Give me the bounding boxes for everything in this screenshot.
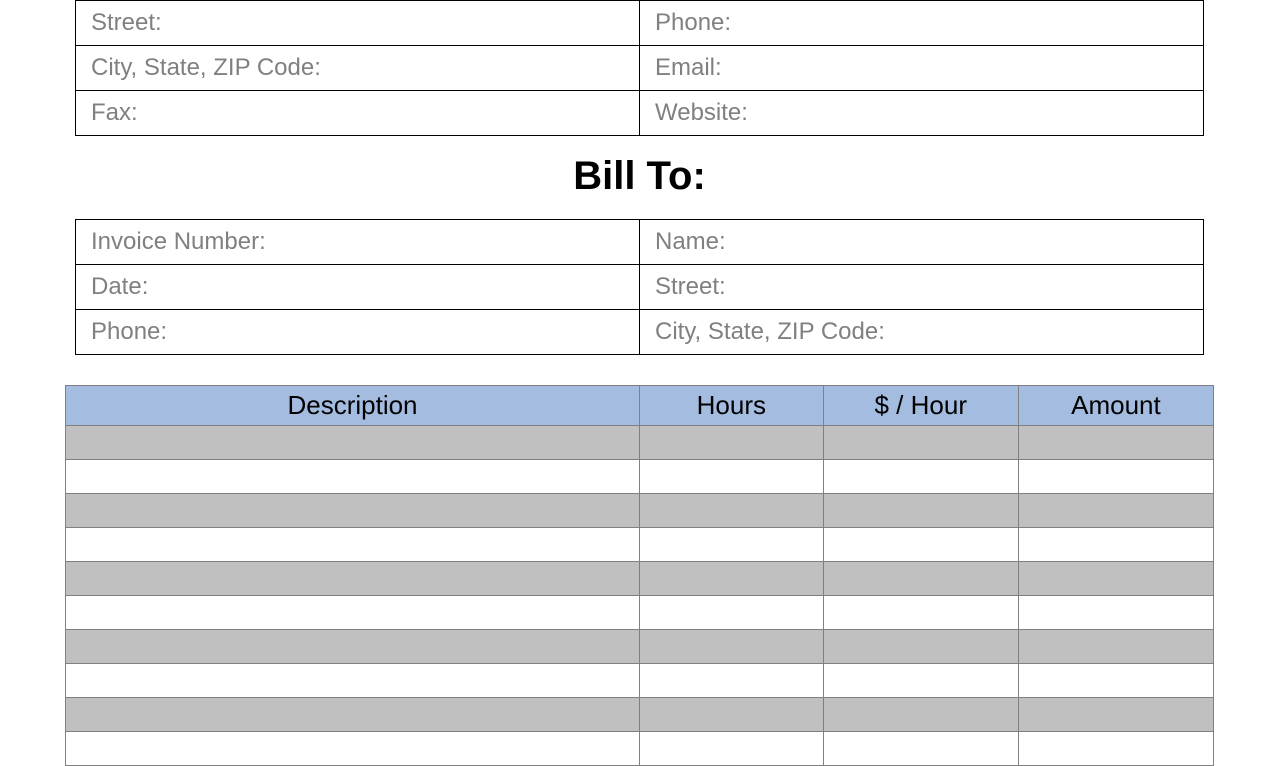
item-rate-cell[interactable] — [823, 426, 1018, 460]
invoice-document: Street: Phone: City, State, ZIP Code: Em… — [0, 0, 1279, 766]
billto-street-cell[interactable]: Street: — [640, 265, 1204, 310]
item-description-cell[interactable] — [66, 596, 640, 630]
item-rate-cell[interactable] — [823, 494, 1018, 528]
invoice-date-cell[interactable]: Date: — [76, 265, 640, 310]
line-item-row — [66, 664, 1214, 698]
item-rate-cell[interactable] — [823, 698, 1018, 732]
item-rate-cell[interactable] — [823, 664, 1018, 698]
line-item-row — [66, 698, 1214, 732]
item-hours-cell[interactable] — [640, 426, 824, 460]
item-amount-cell[interactable] — [1018, 698, 1213, 732]
item-rate-cell[interactable] — [823, 630, 1018, 664]
item-amount-cell[interactable] — [1018, 732, 1213, 766]
item-hours-cell[interactable] — [640, 630, 824, 664]
header-rate: $ / Hour — [823, 386, 1018, 426]
item-description-cell[interactable] — [66, 562, 640, 596]
invoice-number-cell[interactable]: Invoice Number: — [76, 220, 640, 265]
header-amount: Amount — [1018, 386, 1213, 426]
billto-name-cell[interactable]: Name: — [640, 220, 1204, 265]
item-description-cell[interactable] — [66, 630, 640, 664]
item-description-cell[interactable] — [66, 460, 640, 494]
item-amount-cell[interactable] — [1018, 562, 1213, 596]
item-rate-cell[interactable] — [823, 596, 1018, 630]
header-hours: Hours — [640, 386, 824, 426]
company-website-cell[interactable]: Website: — [640, 91, 1204, 136]
company-fax-cell[interactable]: Fax: — [76, 91, 640, 136]
item-hours-cell[interactable] — [640, 562, 824, 596]
item-description-cell[interactable] — [66, 664, 640, 698]
item-hours-cell[interactable] — [640, 664, 824, 698]
company-city-state-zip-cell[interactable]: City, State, ZIP Code: — [76, 46, 640, 91]
line-item-row — [66, 460, 1214, 494]
line-item-row — [66, 596, 1214, 630]
line-item-row — [66, 732, 1214, 766]
company-info-table: Street: Phone: City, State, ZIP Code: Em… — [75, 0, 1204, 136]
item-hours-cell[interactable] — [640, 596, 824, 630]
bill-to-heading: Bill To: — [0, 154, 1279, 199]
company-phone-cell[interactable]: Phone: — [640, 1, 1204, 46]
line-item-row — [66, 426, 1214, 460]
item-hours-cell[interactable] — [640, 460, 824, 494]
item-description-cell[interactable] — [66, 426, 640, 460]
company-email-cell[interactable]: Email: — [640, 46, 1204, 91]
item-amount-cell[interactable] — [1018, 494, 1213, 528]
item-description-cell[interactable] — [66, 494, 640, 528]
item-amount-cell[interactable] — [1018, 426, 1213, 460]
line-item-row — [66, 630, 1214, 664]
header-description: Description — [66, 386, 640, 426]
items-header-row: Description Hours $ / Hour Amount — [66, 386, 1214, 426]
bill-to-table: Invoice Number: Name: Date: Street: Phon… — [75, 219, 1204, 355]
item-rate-cell[interactable] — [823, 460, 1018, 494]
item-hours-cell[interactable] — [640, 732, 824, 766]
item-hours-cell[interactable] — [640, 528, 824, 562]
line-item-row — [66, 528, 1214, 562]
item-amount-cell[interactable] — [1018, 528, 1213, 562]
line-items-table: Description Hours $ / Hour Amount — [65, 385, 1214, 766]
billto-phone-cell[interactable]: Phone: — [76, 310, 640, 355]
item-description-cell[interactable] — [66, 698, 640, 732]
item-description-cell[interactable] — [66, 732, 640, 766]
item-amount-cell[interactable] — [1018, 460, 1213, 494]
item-rate-cell[interactable] — [823, 732, 1018, 766]
line-item-row — [66, 494, 1214, 528]
item-amount-cell[interactable] — [1018, 630, 1213, 664]
item-rate-cell[interactable] — [823, 562, 1018, 596]
line-item-row — [66, 562, 1214, 596]
item-amount-cell[interactable] — [1018, 596, 1213, 630]
item-hours-cell[interactable] — [640, 698, 824, 732]
billto-city-state-zip-cell[interactable]: City, State, ZIP Code: — [640, 310, 1204, 355]
item-amount-cell[interactable] — [1018, 664, 1213, 698]
item-rate-cell[interactable] — [823, 528, 1018, 562]
item-description-cell[interactable] — [66, 528, 640, 562]
item-hours-cell[interactable] — [640, 494, 824, 528]
company-street-cell[interactable]: Street: — [76, 1, 640, 46]
